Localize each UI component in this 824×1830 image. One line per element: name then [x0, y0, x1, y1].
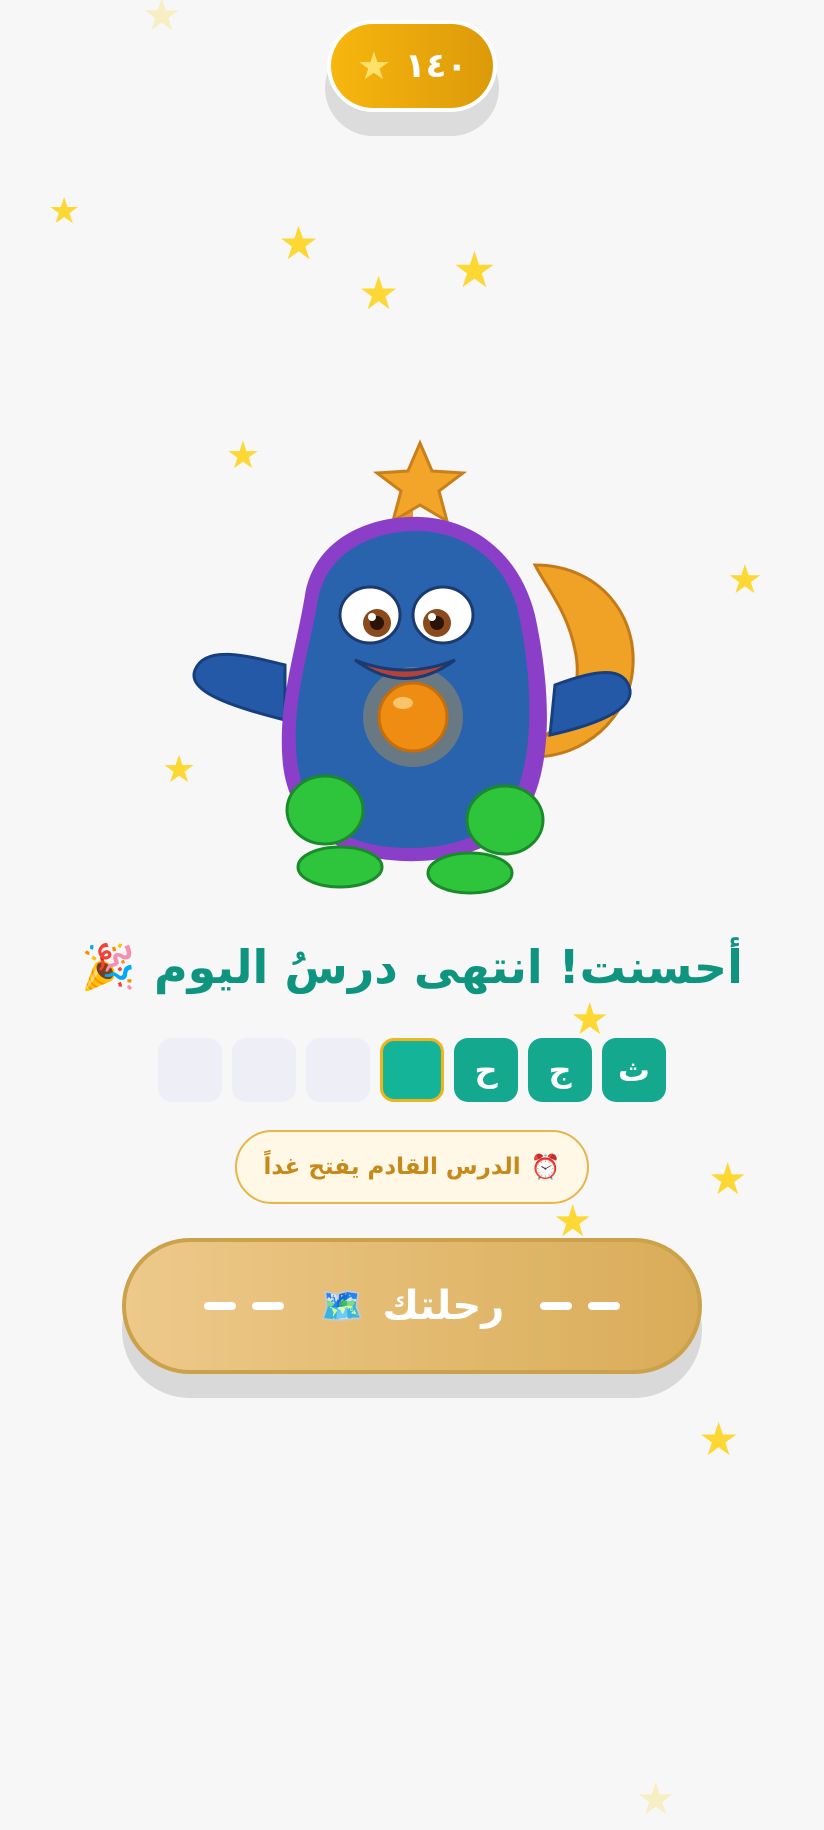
journey-button[interactable]: رحلتك 🗺️ — [122, 1238, 702, 1374]
star-icon: ★ — [142, 0, 182, 41]
score-value: ١٤٠ — [404, 46, 468, 86]
completion-headline: أحسنت! انتهى درسُ اليوم 🎉 — [0, 940, 824, 994]
next-lesson-text: الدرس القادم يفتح غداً — [263, 1154, 521, 1180]
progress-tile — [232, 1038, 296, 1102]
alarm-clock-icon: ⏰ — [530, 1153, 561, 1181]
dash-decoration — [203, 1302, 284, 1310]
headline-text: أحسنت! انتهى درسُ اليوم — [153, 940, 743, 994]
star-icon: ★ — [698, 1412, 740, 1466]
progress-tile: ح — [454, 1038, 518, 1102]
party-popper-icon: 🎉 — [81, 942, 136, 993]
star-icon: ★ — [727, 557, 763, 603]
star-icon: ★ — [636, 1774, 676, 1825]
journey-label: رحلتك — [382, 1283, 505, 1329]
map-icon: 🗺️ — [319, 1286, 365, 1327]
star-icon: ★ — [358, 266, 400, 320]
star-icon: ★ — [570, 994, 610, 1045]
star-icon: ★ — [356, 44, 391, 88]
star-icon: ★ — [708, 1154, 748, 1205]
mascot-illustration — [192, 439, 635, 895]
lesson-progress-tiles: ث ج ح — [158, 1038, 666, 1102]
star-icon: ★ — [452, 241, 497, 299]
progress-tile — [306, 1038, 370, 1102]
dash-decoration — [540, 1302, 621, 1310]
next-lesson-notice: ⏰ الدرس القادم يفتح غداً — [235, 1130, 589, 1204]
star-icon: ★ — [278, 216, 320, 270]
progress-tile — [158, 1038, 222, 1102]
star-icon: ★ — [48, 191, 81, 232]
progress-tile: ج — [528, 1038, 592, 1102]
progress-tile: ث — [602, 1038, 666, 1102]
progress-tile-current — [380, 1038, 444, 1102]
score-badge: ١٤٠ ★ — [327, 20, 497, 112]
